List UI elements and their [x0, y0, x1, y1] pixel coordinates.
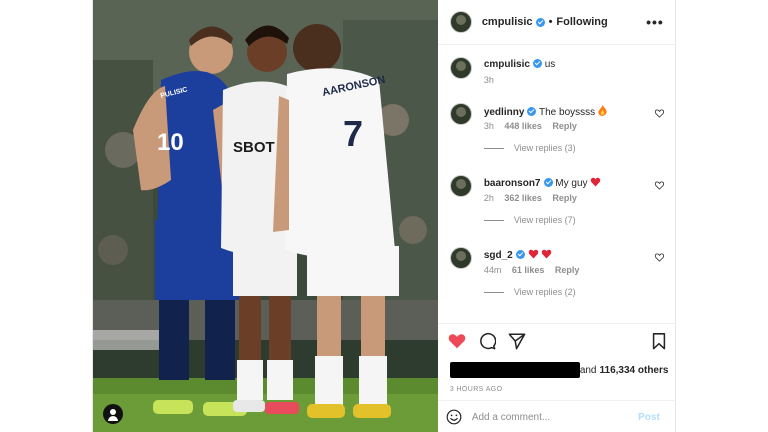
fire-icon — [598, 105, 607, 116]
header-username[interactable]: cmpulisic — [482, 16, 533, 28]
likes-and-label: and — [579, 364, 597, 376]
avatar[interactable] — [449, 103, 472, 125]
user-icon-head — [110, 409, 116, 415]
football-players-photo: 10 PULISIC SBOT AARONSON 7 — [93, 0, 438, 432]
separator: • — [548, 16, 553, 28]
reply-button[interactable]: Reply — [552, 193, 577, 203]
red-heart-icon — [528, 249, 538, 259]
post-actions: and 116,334 others 3 HOURS AGO Add a com… — [437, 323, 676, 432]
comment-line: yedlinny The boyssss — [484, 105, 607, 118]
comment-input[interactable]: Add a comment... — [472, 412, 550, 423]
caption-line: cmpulisic us — [484, 59, 555, 70]
redacted-username-bar — [449, 362, 580, 378]
comment-time: 2h — [483, 193, 494, 203]
view-replies-label: View replies (7) — [513, 215, 576, 225]
verified-badge-icon — [535, 17, 545, 27]
replies-dash — [483, 219, 504, 221]
comment-username[interactable]: baaronson7 — [484, 178, 541, 189]
more-options-icon[interactable]: ••• — [646, 14, 664, 30]
post-side-panel: cmpulisic • Following ••• cmpulisic us 3… — [437, 0, 676, 432]
view-replies-button[interactable]: View replies (7) — [483, 215, 576, 225]
comment-line: baaronson7 My guy — [484, 177, 601, 189]
likes-summary[interactable]: and 116,334 others — [449, 362, 669, 378]
like-comment-heart-icon[interactable] — [654, 181, 664, 190]
bookmark-icon[interactable] — [650, 332, 668, 350]
comment-meta: 44m 61 likes Reply — [484, 265, 588, 275]
red-heart-icon — [591, 177, 601, 187]
comment-meta: 3h 448 likes Reply — [484, 121, 585, 131]
post-photo[interactable]: 10 PULISIC SBOT AARONSON 7 — [93, 0, 438, 432]
sponsor-text: SBOT — [233, 139, 275, 156]
comment-username[interactable]: yedlinny — [484, 107, 525, 118]
caption-time: 3h — [483, 75, 494, 85]
following-button[interactable]: Following — [556, 16, 607, 28]
jersey-number-right: 7 — [343, 113, 363, 154]
comment-time: 3h — [483, 121, 494, 131]
tagged-users-button[interactable] — [103, 404, 123, 424]
comments-list[interactable]: cmpulisic us 3h yedlinny The boyssss 3h … — [438, 45, 676, 323]
comment-line: sgd_2 — [484, 249, 552, 261]
share-send-icon[interactable] — [508, 332, 526, 350]
avatar[interactable] — [449, 247, 472, 269]
comment-likes[interactable]: 61 likes — [512, 265, 545, 275]
user-icon-body — [108, 416, 118, 421]
verified-badge-icon — [527, 107, 537, 116]
caption-username[interactable]: cmpulisic — [484, 59, 530, 70]
comment-time: 44m — [483, 265, 502, 275]
post-timestamp: 3 HOURS AGO — [449, 386, 503, 393]
jersey-number-left: 10 — [157, 129, 184, 156]
replies-dash — [483, 291, 504, 293]
view-replies-label: View replies (2) — [513, 287, 576, 297]
caption-meta: 3h — [484, 75, 502, 85]
post-header: cmpulisic • Following ••• — [437, 0, 676, 45]
comment-likes[interactable]: 362 likes — [504, 193, 542, 203]
comment-username[interactable]: sgd_2 — [484, 250, 513, 261]
like-heart-icon[interactable] — [448, 332, 466, 350]
view-replies-button[interactable]: View replies (3) — [483, 143, 576, 153]
reply-button[interactable]: Reply — [555, 265, 580, 275]
comment-likes[interactable]: 448 likes — [504, 121, 542, 131]
view-replies-button[interactable]: View replies (2) — [483, 287, 576, 297]
avatar[interactable] — [449, 175, 472, 197]
comment-icon[interactable] — [478, 332, 496, 350]
emoji-smiley-icon[interactable] — [446, 409, 462, 425]
instagram-post: 10 PULISIC SBOT AARONSON 7 cmpulisic • F… — [92, 0, 676, 432]
verified-badge-icon — [543, 178, 553, 187]
avatar[interactable] — [449, 11, 472, 33]
comment-text: The boyssss — [539, 107, 596, 118]
replies-dash — [483, 147, 504, 149]
avatar[interactable] — [449, 57, 472, 79]
comment-meta: 2h 362 likes Reply — [484, 193, 585, 203]
likes-count[interactable]: 116,334 others — [600, 365, 669, 376]
verified-badge-icon — [515, 250, 525, 259]
red-heart-icon — [542, 249, 552, 259]
verified-badge-icon — [532, 59, 542, 68]
post-comment-button[interactable]: Post — [638, 412, 660, 423]
like-comment-heart-icon[interactable] — [654, 253, 664, 262]
caption-text: us — [544, 59, 556, 70]
add-comment-bar: Add a comment... Post — [437, 400, 676, 432]
like-comment-heart-icon[interactable] — [654, 109, 664, 118]
reply-button[interactable]: Reply — [552, 121, 577, 131]
comment-text: My guy — [555, 178, 588, 189]
view-replies-label: View replies (3) — [513, 143, 576, 153]
